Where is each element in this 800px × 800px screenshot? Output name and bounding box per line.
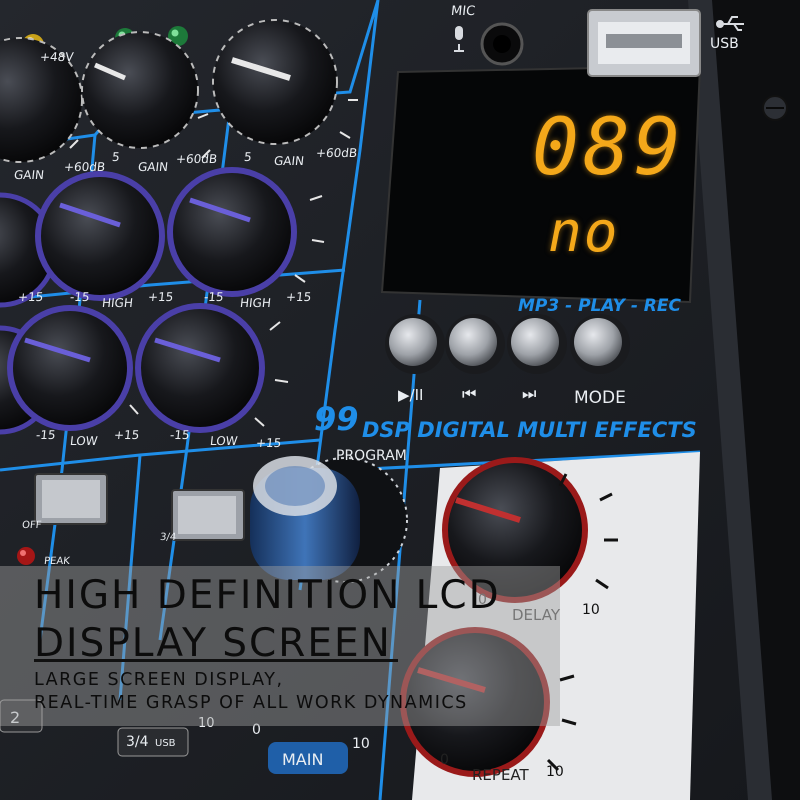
caption-title: HIGH DEFINITION LCD DISPLAY SCREEN bbox=[34, 572, 554, 668]
effects-label: DSP DIGITAL MULTI EFFECTS bbox=[362, 418, 697, 442]
gain-label-3: GAIN bbox=[273, 154, 305, 168]
gain-min-3: 5 bbox=[243, 150, 253, 164]
eq-max-low-3: +15 bbox=[255, 436, 283, 450]
eq-min-hi-3: -15 bbox=[203, 290, 225, 304]
eq-min-low-3: -15 bbox=[169, 428, 191, 442]
eq-max-hi-3: +15 bbox=[285, 290, 313, 304]
gain-max-3: +60dB bbox=[315, 146, 358, 160]
mode-button[interactable] bbox=[574, 318, 622, 366]
eq-min-hi-2: -15 bbox=[69, 290, 91, 304]
gain-max-1: +60dB bbox=[63, 160, 106, 174]
usb-label: USB bbox=[710, 36, 739, 52]
bus-usb-label: USB bbox=[155, 738, 176, 749]
delay-max: 10 bbox=[582, 602, 600, 618]
eq-max-low-2: +15 bbox=[113, 428, 141, 442]
gain-label-1: GAIN bbox=[13, 168, 45, 182]
low-label-2: LOW bbox=[69, 434, 99, 448]
caption-subtitle-line-1: LARGE SCREEN DISPLAY, bbox=[34, 670, 284, 690]
bus-34-label: 3/4 bbox=[126, 734, 149, 750]
effects-count: 99 bbox=[314, 400, 359, 438]
high-label-3: HIGH bbox=[239, 296, 272, 310]
play-pause-button[interactable] bbox=[389, 318, 437, 366]
caption-subtitle: LARGE SCREEN DISPLAY, REAL-TIME GRASP OF… bbox=[34, 669, 554, 715]
caption-title-line-1: HIGH DEFINITION LCD bbox=[34, 573, 501, 618]
mic-label: MIC bbox=[450, 4, 476, 19]
gain-max-2: +60dB bbox=[175, 152, 218, 166]
program-label: PROGRAM bbox=[336, 448, 407, 464]
previous-label: ⏮ bbox=[462, 384, 477, 403]
player-header: MP3 - PLAY - REC bbox=[518, 296, 681, 316]
caption-subtitle-line-2: REAL-TIME GRASP OF ALL WORK DYNAMICS bbox=[34, 693, 468, 713]
eq-max-hi-2: +15 bbox=[147, 290, 175, 304]
repeat-min: 0 bbox=[440, 752, 449, 768]
repeat-label: REPEAT bbox=[472, 766, 529, 784]
bus-34-switch-label: 3/4 bbox=[159, 532, 177, 543]
gain-min-2: 5 bbox=[111, 150, 121, 164]
play-pause-label: ▶/II bbox=[398, 386, 424, 404]
lcd-status: no bbox=[548, 200, 620, 265]
high-label-2: HIGH bbox=[101, 296, 134, 310]
repeat-max: 10 bbox=[546, 764, 564, 780]
off-label: OFF bbox=[21, 520, 42, 531]
low-label-3: LOW bbox=[209, 434, 239, 448]
mode-label: MODE bbox=[574, 388, 626, 408]
gain-label-2: GAIN bbox=[137, 160, 169, 174]
main-label: MAIN bbox=[282, 750, 324, 769]
mixer-photo: MIC USB +48V GAIN +60dB 5 GAIN +60dB 5 G… bbox=[0, 0, 800, 800]
next-button[interactable] bbox=[511, 318, 559, 366]
lcd-track-number: 089 bbox=[532, 103, 685, 193]
eq-max-hi-1: +15 bbox=[17, 290, 45, 304]
previous-button[interactable] bbox=[449, 318, 497, 366]
phantom-label: +48V bbox=[39, 50, 75, 64]
main-fader-max: 10 bbox=[352, 736, 370, 752]
next-label: ⏭ bbox=[522, 384, 537, 403]
eq-min-low-2: -15 bbox=[35, 428, 57, 442]
caption-divider bbox=[34, 659, 398, 662]
